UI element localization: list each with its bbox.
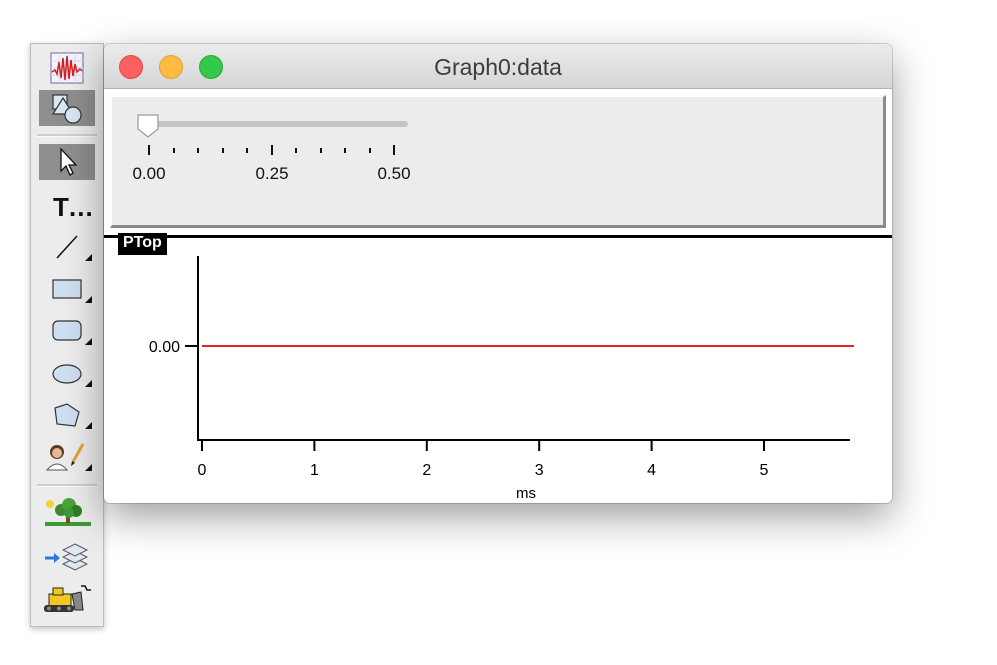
layers-icon (45, 543, 89, 571)
submenu-corner-icon (85, 380, 92, 387)
text-icon: T… (53, 192, 94, 222)
oval-tool-button[interactable] (39, 354, 95, 390)
submenu-corner-icon (85, 254, 92, 261)
submenu-corner-icon (85, 338, 92, 345)
plot-area[interactable]: 0.00 0 1 2 3 4 5 ms (104, 44, 892, 503)
palette-separator (37, 484, 97, 487)
picture-tool-button[interactable] (39, 494, 95, 530)
bulldozer-tool-button[interactable] (39, 580, 95, 616)
line-tool-button[interactable] (39, 228, 95, 264)
palette-separator (37, 134, 97, 137)
x-tick-label: 3 (535, 462, 544, 479)
rectangle-tool-button[interactable] (39, 270, 95, 306)
arrow-cursor-icon (60, 147, 78, 176)
text-tool-button[interactable]: T… (39, 186, 95, 222)
submenu-corner-icon (85, 464, 92, 471)
graph-tool-button[interactable] (39, 50, 95, 86)
submenu-corner-icon (85, 422, 92, 429)
x-tick-label: 5 (760, 462, 769, 479)
rounded-rectangle-tool-button[interactable] (39, 312, 95, 348)
polygon-tool-button[interactable] (39, 396, 95, 432)
arrow-tool-button[interactable] (39, 144, 95, 180)
x-tick-label: 4 (647, 462, 656, 479)
submenu-corner-icon (85, 296, 92, 303)
y-tick-label: 0.00 (149, 339, 180, 356)
tool-palette: T… (30, 43, 104, 627)
x-axis-label: ms (516, 485, 536, 502)
user-draw-tool-button[interactable] (39, 438, 95, 474)
x-tick-label: 2 (422, 462, 431, 479)
x-tick-label: 1 (310, 462, 319, 479)
graph-window: Graph0:data 0.00 0.25 0.50 PTop 0.00 0 1 2 3… (104, 44, 892, 503)
layers-tool-button[interactable] (39, 538, 95, 574)
shapes-icon (51, 94, 82, 124)
x-tick-label: 0 (198, 462, 207, 479)
drawing-mode-tool-button[interactable] (39, 90, 95, 126)
tree-landscape-icon (45, 498, 91, 526)
waveform-icon (50, 52, 84, 84)
bulldozer-icon (44, 585, 91, 612)
